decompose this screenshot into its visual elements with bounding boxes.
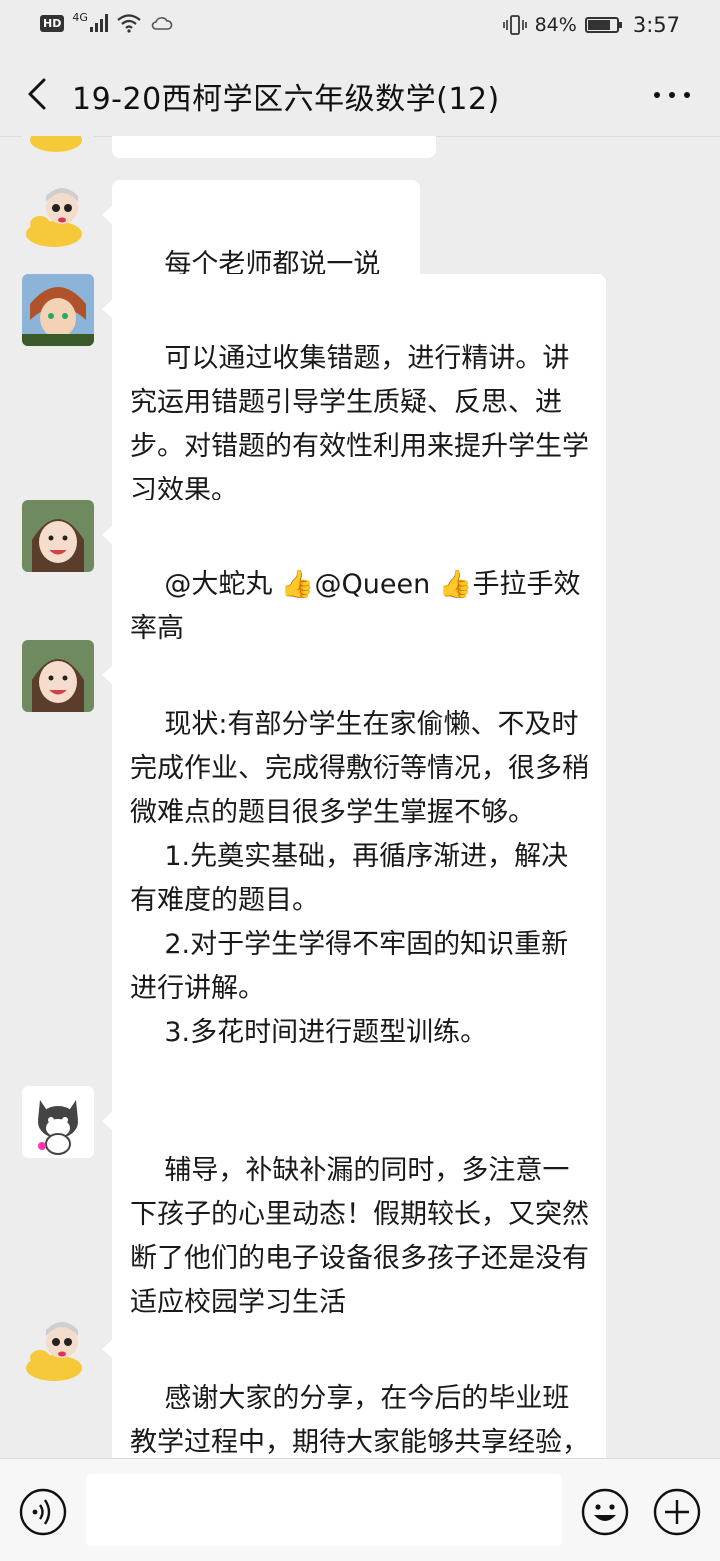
voice-icon[interactable] — [18, 1487, 68, 1537]
message-text: 可以通过收集错题，进行精讲。讲究运用错题引导学生质疑、反思、进步。对错题的有效性… — [130, 343, 589, 506]
network-type: 4G — [72, 10, 88, 24]
duck-avatar[interactable] — [22, 136, 94, 156]
message-list[interactable]: 每个老师都说一说哈 可以通过收集错题，进行精讲。讲究运用错题引导学生质疑、反思、… — [0, 136, 720, 1458]
battery-icon — [584, 17, 622, 33]
plus-icon[interactable] — [652, 1487, 702, 1537]
message-text: 辅导，补缺补漏的同时，多注意一下孩子的心里动态！假期较长，又突然断了他们的电子设… — [130, 1155, 589, 1318]
chat-title: 19-20西柯学区六年级数学(12) — [72, 82, 500, 117]
message-bubble: 感谢大家的分享，在今后的毕业班教学过程中，期待大家能够共享经验，互相学习。那么，… — [102, 1314, 606, 1458]
wifi-icon — [117, 14, 141, 33]
child-avatar[interactable] — [22, 500, 94, 572]
signal-icon — [89, 14, 108, 32]
emoji-icon[interactable] — [580, 1487, 630, 1537]
message-bubble — [112, 136, 436, 158]
more-icon[interactable] — [654, 92, 690, 98]
hd-icon: HD — [40, 14, 65, 32]
clock: 3:57 — [632, 13, 680, 37]
message-text: @大蛇丸 👍@Queen 👍手拉手效率高 — [130, 569, 581, 644]
message-input[interactable] — [86, 1474, 562, 1546]
child-avatar[interactable] — [22, 640, 94, 712]
message-bubble: 现状:有部分学生在家偷懒、不及时完成作业、完成得敷衍等情况，很多稍微难点的题目很… — [102, 640, 606, 1118]
cat-avatar[interactable] — [22, 1086, 94, 1158]
weather-icon — [151, 17, 173, 30]
back-arrow-icon[interactable] — [20, 76, 56, 112]
battery-percent: 84% — [534, 14, 577, 36]
message-text: 感谢大家的分享，在今后的毕业班教学过程中，期待大家能够共享经验，互相学习。那么，… — [130, 1383, 589, 1458]
duck-avatar[interactable] — [22, 180, 94, 252]
anime-avatar[interactable] — [22, 274, 94, 346]
vibrate-icon — [502, 15, 527, 35]
chat-header: 19-20西柯学区六年级数学(12) — [0, 52, 720, 137]
message-text: 现状:有部分学生在家偷懒、不及时完成作业、完成得敷衍等情况，很多稍微难点的题目很… — [130, 709, 589, 1048]
status-bar: HD 4G 84% 3:57 — [0, 0, 720, 52]
duck-avatar[interactable] — [22, 1314, 94, 1386]
input-bar — [0, 1458, 720, 1561]
